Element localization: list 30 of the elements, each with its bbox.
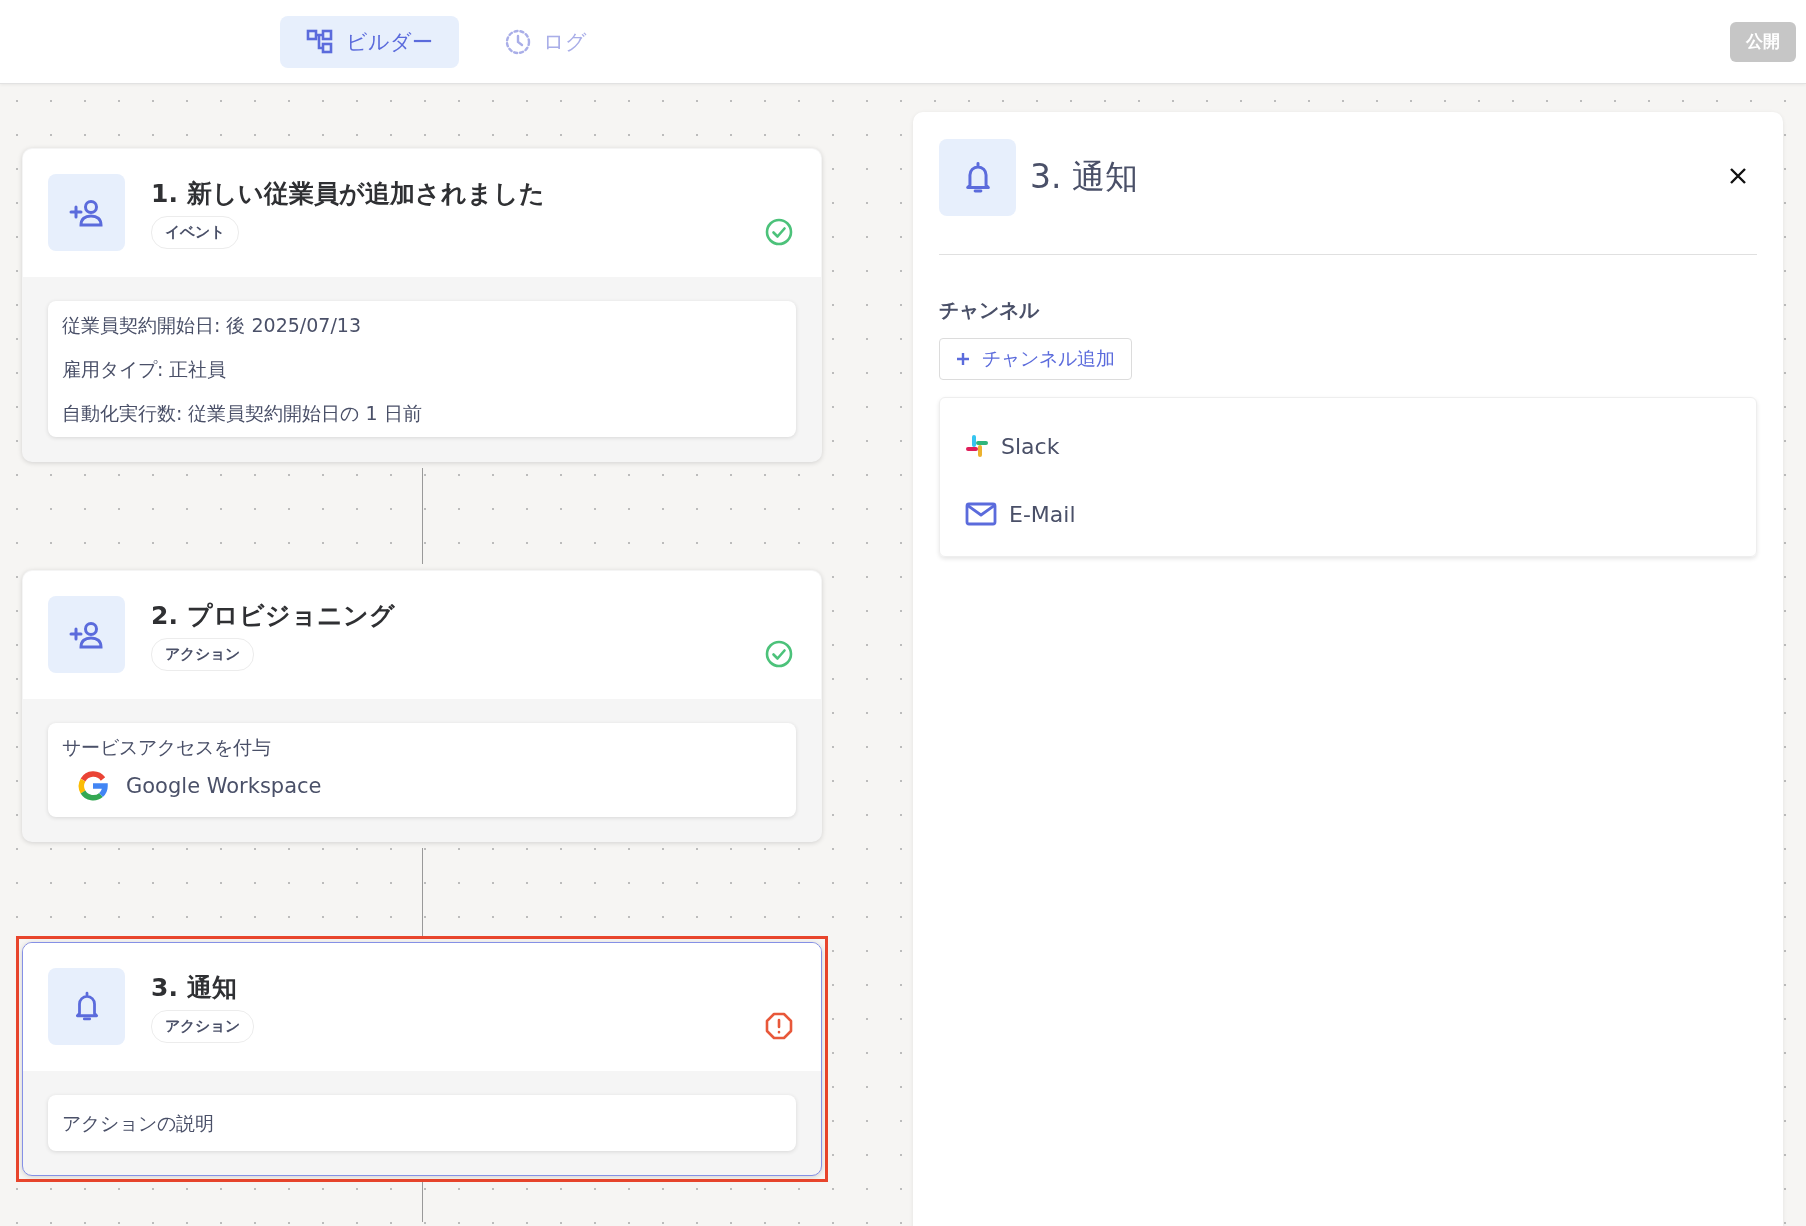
- description-text: アクションの説明: [62, 1111, 215, 1136]
- step-title: 3. 通知: [151, 972, 238, 1004]
- google-logo-icon: [78, 771, 108, 801]
- tab[interactable]: ビルダー: [280, 15, 459, 68]
- person-add-icon: [67, 619, 106, 650]
- step-type-tag: アクション: [151, 638, 254, 671]
- flow-chart-icon: [306, 28, 334, 55]
- service-name: Google Workspace: [126, 774, 322, 798]
- step-card[interactable]: 1. 新しい従業員が追加されました イベント 従業員契約開始日: 後 2025/07/13 雇用タイプ: 正社員 自動化実行数: 従業員契約開始日の 1 日前: [22, 148, 822, 462]
- close-icon: [1729, 167, 1747, 185]
- slack-logo-icon: [965, 434, 989, 458]
- channel-name: E-Mail: [1009, 501, 1076, 527]
- plus-icon: [956, 352, 970, 366]
- condition-text: 雇用タイプ: 正社員: [62, 357, 228, 382]
- condition-text: 従業員契約開始日: 後 2025/07/13: [62, 313, 362, 338]
- clock-icon: [505, 28, 531, 55]
- person-add-icon: [67, 197, 106, 228]
- envelope-icon: [965, 502, 997, 526]
- add-channel-button[interactable]: チャンネル追加: [939, 338, 1132, 380]
- channel-name: Slack: [1001, 433, 1060, 459]
- panel-title: 3. 通知: [1030, 156, 1138, 198]
- service-access-text: サービスアクセスを付与: [62, 735, 272, 760]
- step-type-tag: アクション: [151, 1010, 254, 1043]
- section-label: チャンネル: [939, 297, 1041, 324]
- step-card[interactable]: 3. 通知 アクション アクションの説明: [22, 942, 822, 1176]
- step-title: 2. プロビジョニング: [151, 600, 396, 632]
- step-type-tag: イベント: [151, 216, 239, 249]
- step-title: 1. 新しい従業員が追加されました: [151, 178, 546, 210]
- step-card[interactable]: 2. プロビジョニング アクション サービスアクセスを付与 Google Workspace: [22, 570, 822, 842]
- condition-text: 自動化実行数: 従業員契約開始日の 1 日前: [62, 401, 423, 426]
